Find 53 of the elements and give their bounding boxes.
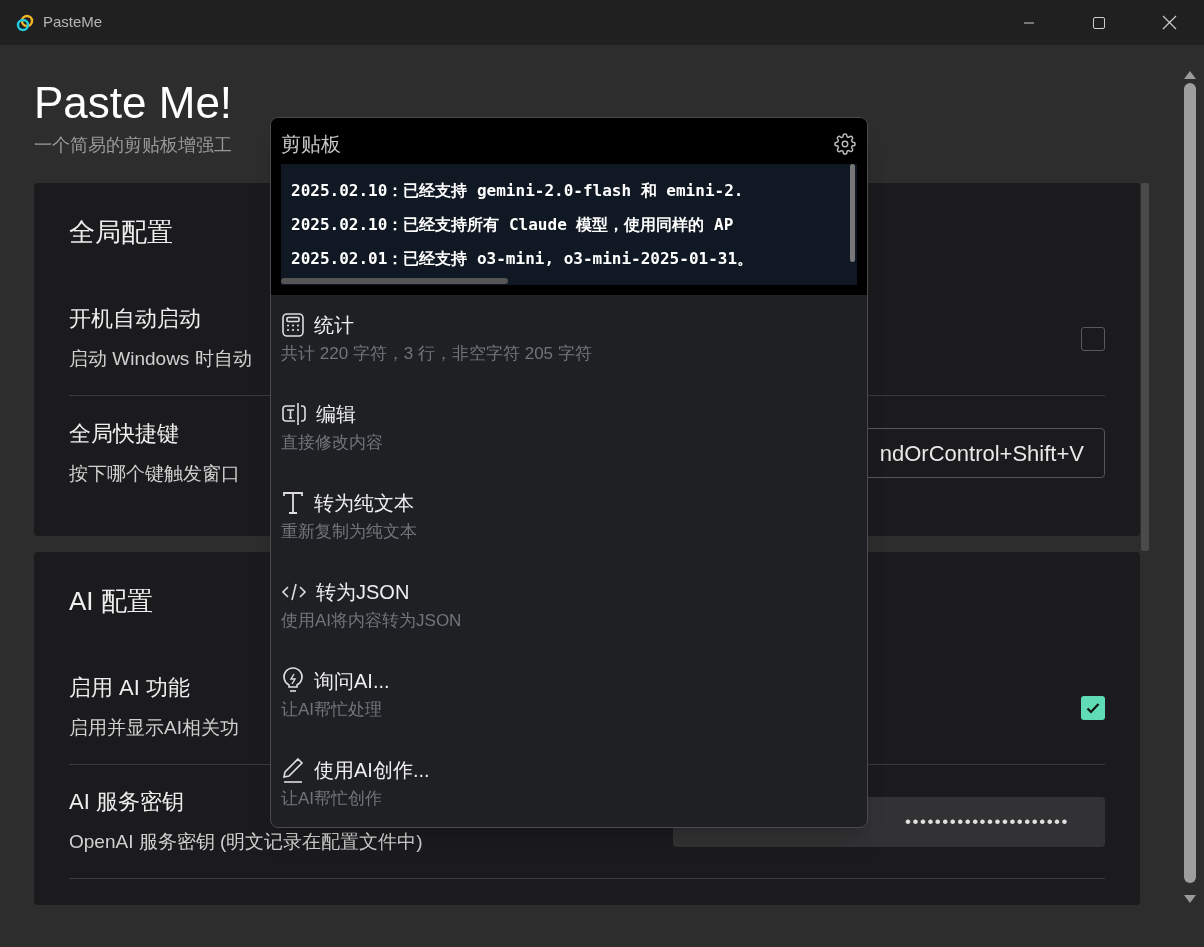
section-title: 全局配置 xyxy=(69,216,173,248)
setting-description: 启用并显示AI相关功 xyxy=(69,716,239,740)
calculator-icon xyxy=(281,312,305,338)
scroll-down-icon xyxy=(1184,895,1196,903)
popup-title: 剪贴板 xyxy=(281,132,341,157)
text-icon xyxy=(281,490,305,516)
scrollbar-thumb[interactable] xyxy=(1141,183,1149,551)
clipboard-line: 2025.02.10：已经支持 gemini-2.0-flash 和 emini-2. xyxy=(291,180,744,202)
action-title: 使用AI创作... xyxy=(314,758,430,783)
action-title: 转为纯文本 xyxy=(314,491,414,516)
action-description: 重新复制为纯文本 xyxy=(281,521,417,543)
app-logo-icon xyxy=(15,12,35,33)
section-title: AI 配置 xyxy=(69,585,153,617)
action-description: 共计 220 字符，3 行，非空字符 205 字符 xyxy=(281,343,592,365)
checkbox[interactable] xyxy=(1081,326,1105,351)
maximize-icon xyxy=(1092,15,1106,30)
setting-description: 启动 Windows 时自动 xyxy=(69,347,252,371)
action-item[interactable]: 统计 共计 220 字符，3 行，非空字符 205 字符 xyxy=(281,310,857,399)
action-title: 编辑 xyxy=(316,402,356,427)
setting-label: 开机自动启动 xyxy=(69,305,201,333)
clipboard-line: 2025.02.10：已经支持所有 Claude 模型，使用同样的 AP xyxy=(291,214,734,236)
setting-label: 启用 AI 功能 xyxy=(69,674,190,702)
action-item[interactable]: 转为JSON 使用AI将内容转为JSON xyxy=(281,577,857,666)
setting-description: 按下哪个键触发窗口 xyxy=(69,461,240,486)
lightbulb-icon xyxy=(281,667,305,695)
setting-label: 全局快捷键 xyxy=(69,419,179,448)
clipboard-line: 2025.02.01：已经支持 o3-mini, o3-mini-2025-01-31。 xyxy=(291,248,754,270)
scrollbar-thumb[interactable] xyxy=(850,164,855,262)
settings-button[interactable] xyxy=(833,132,857,156)
scroll-up-icon xyxy=(1184,71,1196,79)
close-icon xyxy=(1161,15,1177,30)
action-description: 使用AI将内容转为JSON xyxy=(281,610,462,632)
scrollbar-thumb[interactable] xyxy=(281,278,508,284)
scrollbar-thumb[interactable] xyxy=(1184,83,1196,883)
window-title: PasteMe xyxy=(43,12,103,33)
action-title: 询问AI... xyxy=(314,669,390,694)
checkbox[interactable] xyxy=(1081,695,1105,720)
check-icon xyxy=(1086,701,1100,714)
app-subtitle: 一个简易的剪贴板增强工 xyxy=(34,134,232,157)
setting-label: AI 服务密钥 xyxy=(69,788,184,816)
action-item[interactable]: 询问AI... 让AI帮忙处理 xyxy=(281,666,857,755)
code-icon xyxy=(281,581,307,603)
action-description: 直接修改内容 xyxy=(281,432,383,454)
gear-icon xyxy=(834,133,856,155)
action-item[interactable]: 转为纯文本 重新复制为纯文本 xyxy=(281,488,857,577)
app-title: Paste Me! xyxy=(34,77,234,129)
action-description: 让AI帮忙创作 xyxy=(281,788,383,810)
pencil-icon xyxy=(281,756,305,784)
setting-description: OpenAI 服务密钥 (明文记录在配置文件中) xyxy=(69,830,423,854)
text-edit-icon xyxy=(281,401,307,427)
action-description: 让AI帮忙处理 xyxy=(281,699,383,721)
action-title: 转为JSON xyxy=(316,580,410,605)
action-title: 统计 xyxy=(314,313,354,338)
